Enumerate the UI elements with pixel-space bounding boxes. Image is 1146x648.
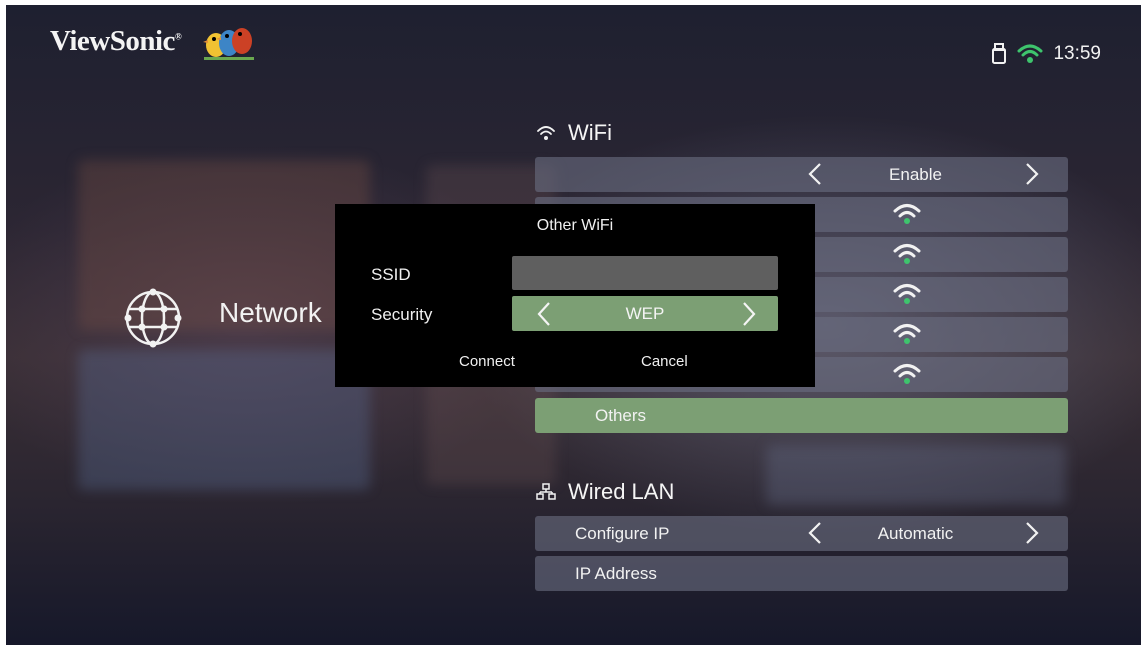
wifi-icon (537, 126, 555, 140)
wifi-connected-icon (1017, 44, 1043, 63)
chevron-right-icon[interactable] (736, 301, 760, 327)
brand-logo: ViewSonic® (50, 25, 182, 57)
wifi-others-row[interactable]: Others (535, 398, 1068, 433)
others-label: Others (595, 406, 647, 425)
cancel-button[interactable]: Cancel (641, 353, 688, 370)
chevron-right-icon[interactable] (1020, 521, 1044, 545)
connect-button[interactable]: Connect (459, 353, 515, 370)
configure-ip-row[interactable]: Configure IP Automatic (535, 516, 1068, 551)
background-tile (766, 445, 1066, 505)
usb-icon (992, 43, 1007, 64)
screen: ViewSonic® 13:59 Network WiFi Enable Oth… (6, 5, 1141, 645)
category-label: Network (219, 297, 322, 328)
wifi-section-title: WiFi (536, 120, 612, 146)
ip-address-row[interactable]: IP Address (535, 556, 1068, 591)
wifi-signal-icon (893, 244, 921, 264)
status-bar: 13:59 (991, 43, 1101, 65)
wifi-signal-icon (893, 364, 921, 384)
wired-lan-section-title: Wired LAN (536, 479, 674, 505)
wifi-enable-row[interactable]: Enable (535, 157, 1068, 192)
background-tile (78, 350, 370, 490)
ssid-label: SSID (371, 265, 411, 284)
security-label: Security (371, 305, 433, 324)
wifi-signal-icon (893, 284, 921, 304)
configure-ip-label: Configure IP (575, 524, 670, 543)
birds-logo-icon (203, 28, 254, 60)
wifi-status-value: Enable (889, 165, 942, 184)
globe-icon (124, 288, 182, 348)
clock: 13:59 (1053, 43, 1101, 64)
dialog-title: Other WiFi (536, 217, 614, 234)
chevron-left-icon[interactable] (803, 521, 827, 545)
ssid-input[interactable] (512, 256, 778, 290)
configure-ip-value: Automatic (877, 524, 954, 543)
wifi-signal-icon (893, 324, 921, 344)
other-wifi-dialog: Other WiFi SSID Security WEP Connect Can… (335, 204, 815, 387)
security-selector[interactable]: WEP (512, 296, 778, 331)
ip-address-label: IP Address (575, 564, 657, 583)
lan-icon (536, 483, 556, 500)
chevron-left-icon[interactable] (803, 162, 827, 186)
chevron-right-icon[interactable] (1020, 162, 1044, 186)
wifi-signal-icon (893, 204, 921, 224)
